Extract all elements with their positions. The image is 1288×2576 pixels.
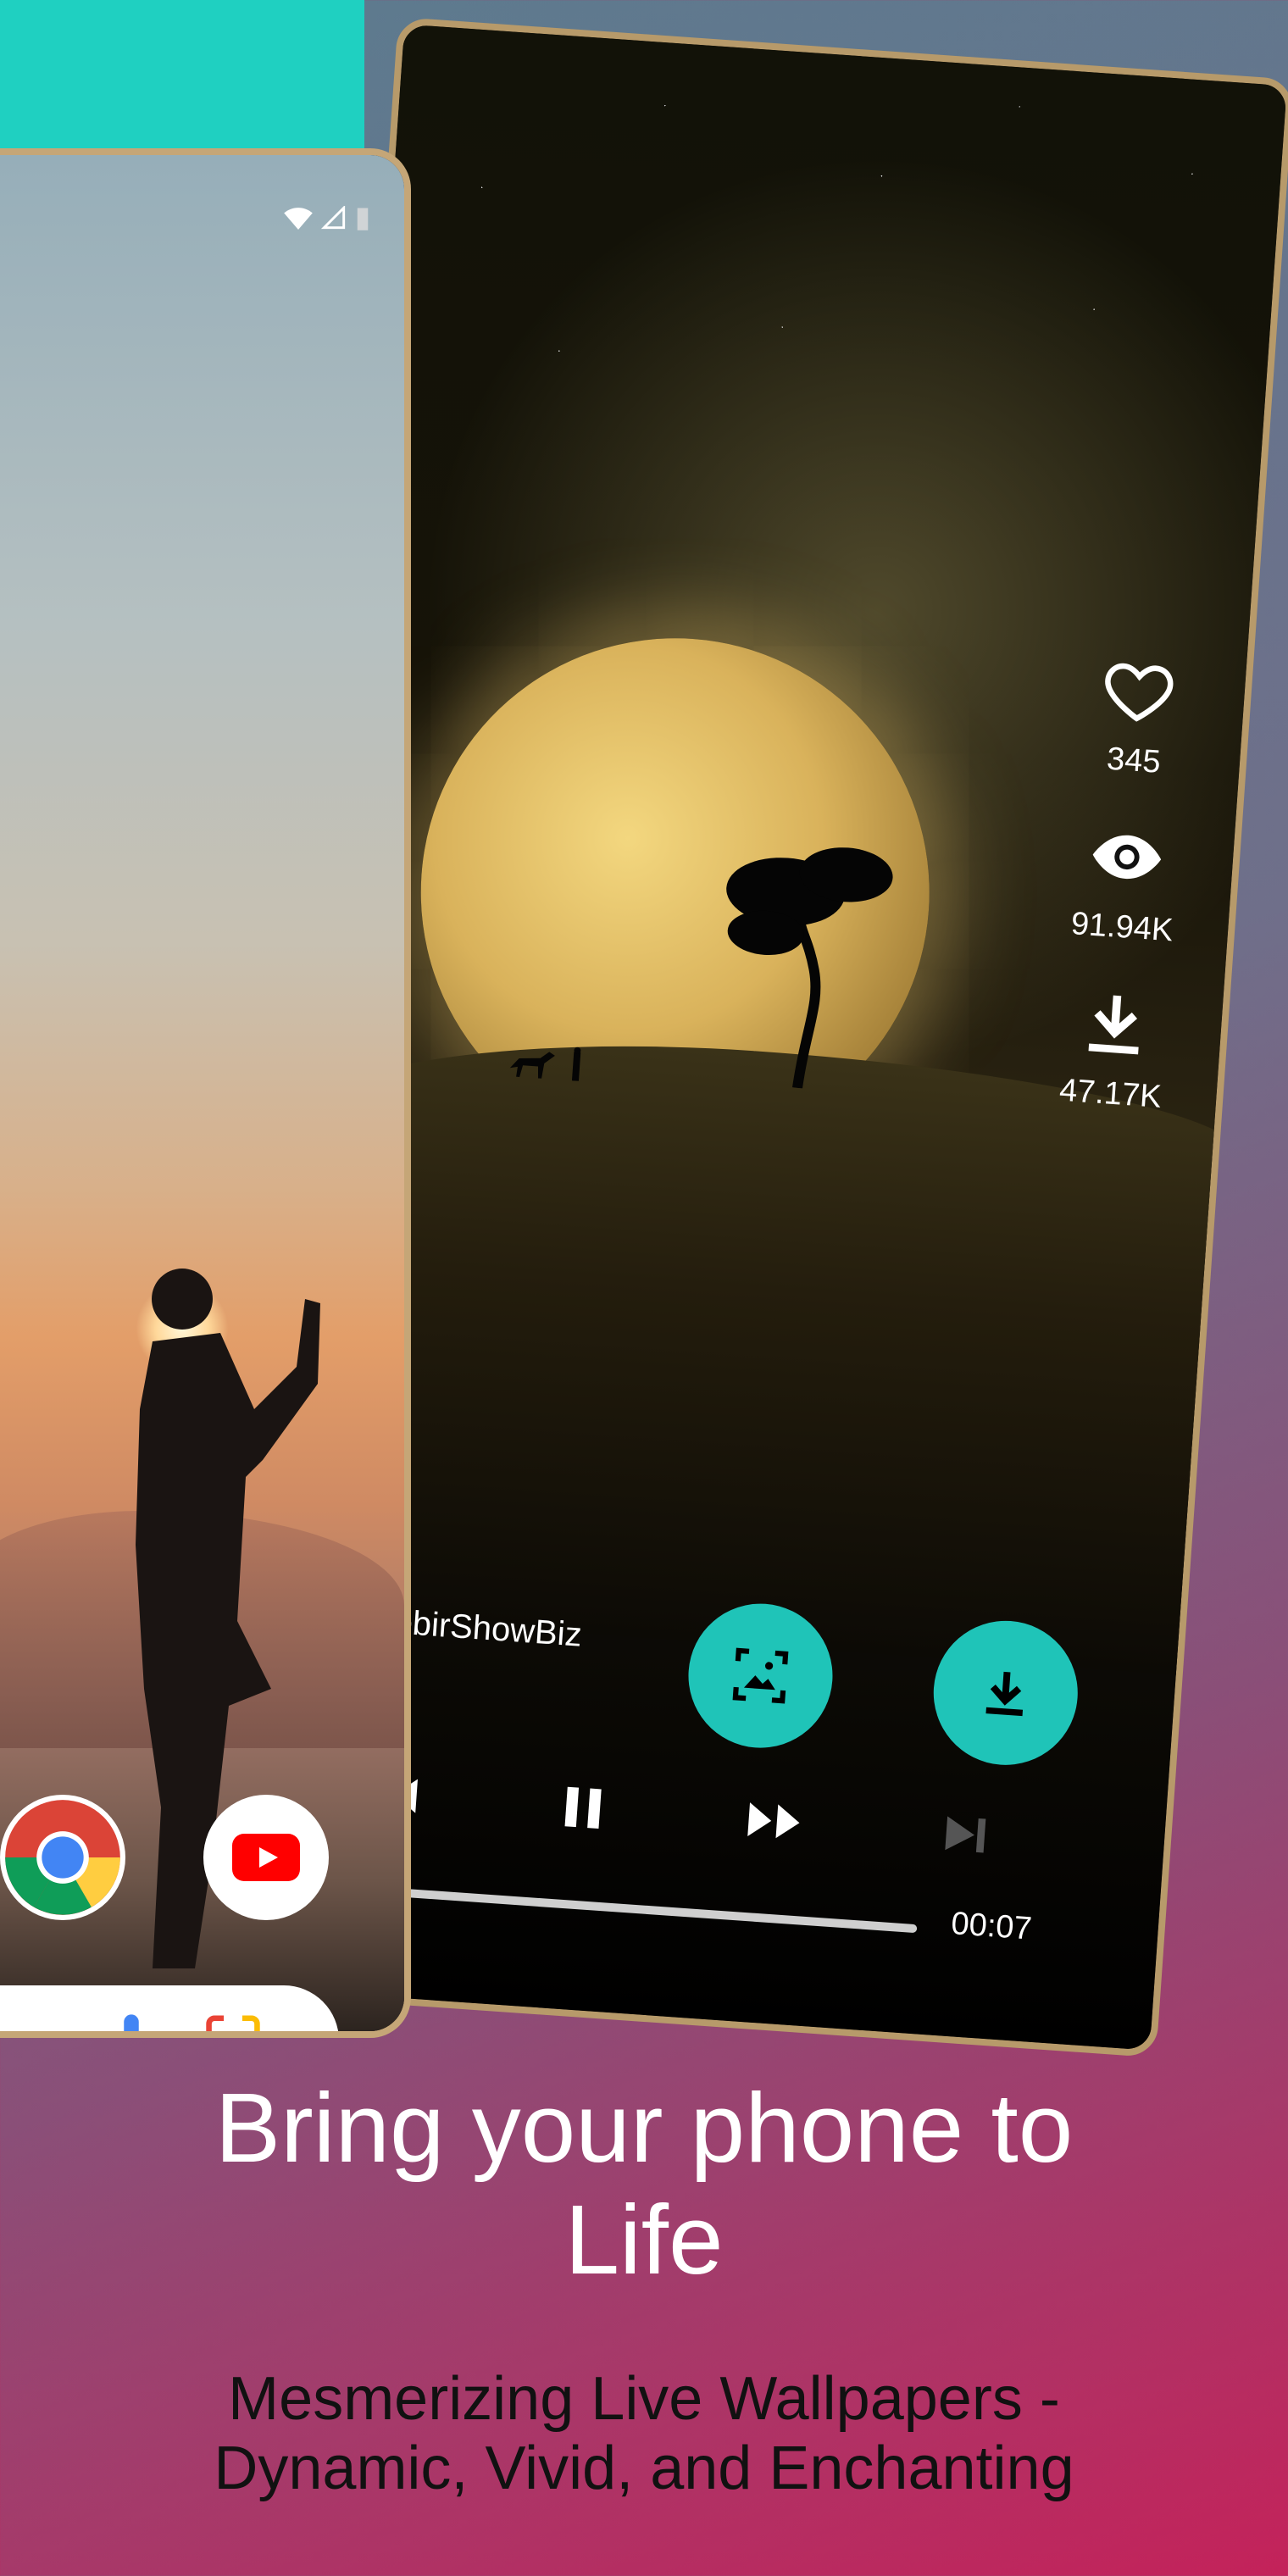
pause-icon bbox=[564, 1786, 602, 1829]
subheadline-line-2: Dynamic, Vivid, and Enchanting bbox=[214, 2434, 1074, 2502]
chrome-app-icon[interactable] bbox=[0, 1795, 125, 1920]
likes-count: 345 bbox=[1105, 741, 1162, 780]
home-screen-wallpaper bbox=[0, 155, 404, 2031]
downloads-stat: 47.17K bbox=[1058, 983, 1169, 1116]
playback-time: 00:07 bbox=[950, 1906, 1033, 1947]
camera-lens-icon[interactable] bbox=[203, 2012, 263, 2038]
eye-icon bbox=[1092, 835, 1162, 880]
pause-button[interactable] bbox=[547, 1772, 619, 1844]
status-bar bbox=[284, 206, 370, 231]
views-count: 91.94K bbox=[1069, 906, 1174, 949]
download-icon bbox=[1088, 995, 1139, 1055]
headline: Bring your phone to Life bbox=[0, 2072, 1288, 2296]
battery-icon bbox=[357, 208, 369, 230]
preview-icon bbox=[732, 1647, 789, 1704]
wifi-icon bbox=[284, 208, 313, 230]
youtube-app-icon[interactable] bbox=[203, 1795, 329, 1920]
wallpaper-preview: 345 91.94K 47.17K SabbirShowBiz 00:07 bbox=[259, 24, 1287, 2051]
likes-stat: 345 bbox=[1095, 651, 1178, 782]
heart-icon[interactable] bbox=[1099, 651, 1179, 730]
downloads-count: 47.17K bbox=[1058, 1072, 1163, 1115]
skip-next-button[interactable] bbox=[930, 1798, 1002, 1870]
playback-controls bbox=[355, 1754, 1002, 1875]
subheadline-line-1: Mesmerizing Live Wallpapers - bbox=[228, 2365, 1060, 2433]
teal-accent-corner bbox=[0, 0, 364, 148]
signal-icon bbox=[321, 206, 346, 230]
headline-line-2: Life bbox=[564, 2185, 724, 2295]
download-icon bbox=[985, 1671, 1024, 1717]
chrome-icon bbox=[5, 1800, 120, 1915]
skip-next-icon bbox=[945, 1816, 986, 1853]
views-stat: 91.94K bbox=[1070, 816, 1181, 949]
home-screen-phone bbox=[0, 148, 411, 2038]
headline-line-1: Bring your phone to bbox=[214, 2073, 1074, 2183]
horse-and-rider-silhouette bbox=[509, 1046, 581, 1081]
fast-forward-icon bbox=[747, 1802, 800, 1839]
wallpaper-player-phone: 345 91.94K 47.17K SabbirShowBiz 00:07 bbox=[259, 17, 1288, 2058]
microphone-icon[interactable] bbox=[106, 2011, 157, 2038]
subheadline: Mesmerizing Live Wallpapers - Dynamic, V… bbox=[0, 2364, 1288, 2503]
tree-silhouette bbox=[726, 847, 893, 1089]
google-search-bar[interactable] bbox=[0, 1985, 339, 2038]
youtube-icon bbox=[232, 1834, 300, 1881]
fast-forward-button[interactable] bbox=[738, 1785, 810, 1857]
